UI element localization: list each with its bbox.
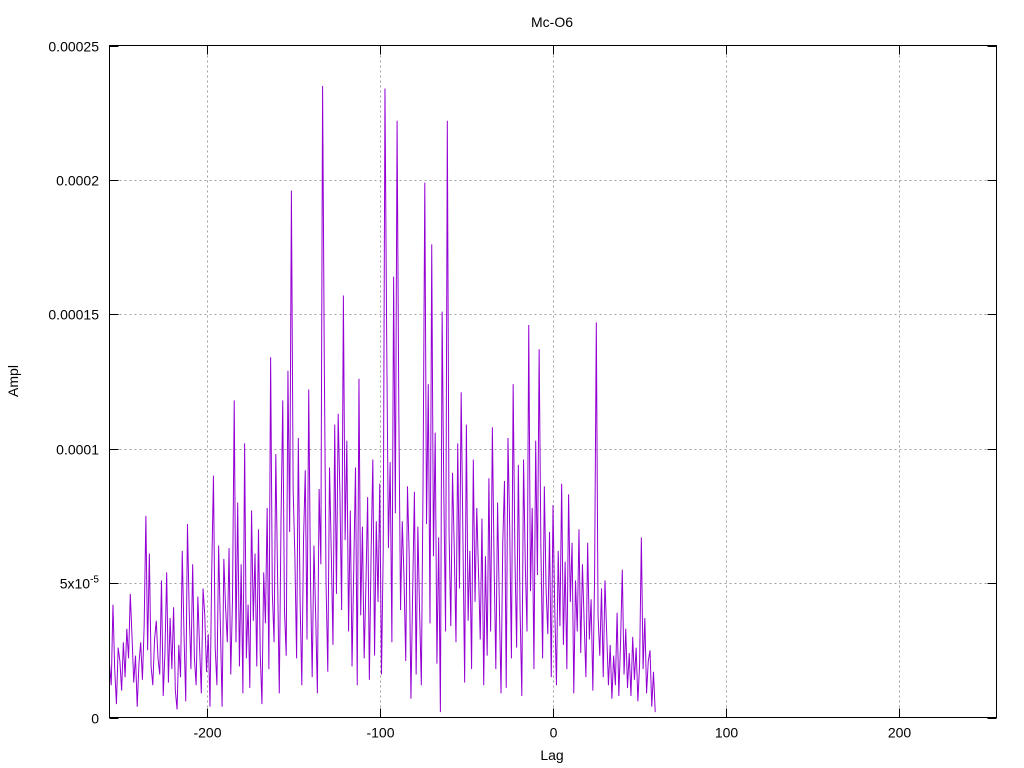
- x-axis-label: Lag: [540, 747, 563, 763]
- y-tick-label-text: 0.0002: [56, 173, 99, 189]
- x-tick-label: 100: [715, 725, 739, 741]
- y-tick-label: 0.00025: [48, 39, 99, 55]
- y-tick-label-text: 0.0001: [56, 442, 99, 458]
- y-tick-label-text: 0.00015: [48, 307, 99, 323]
- y-tick-label-text: 5x10: [60, 576, 91, 592]
- chart-title: Mc-O6: [531, 14, 573, 30]
- y-axis-label: Ampl: [5, 365, 21, 397]
- y-tick-label-exponent: -5: [90, 575, 99, 586]
- y-tick-label: 0.0002: [56, 173, 99, 189]
- y-tick-label: 0: [91, 711, 99, 727]
- chart: -200 -100 0 100 200 0 5x10-5 0.0001 0.00015 0.000…: [5, 14, 997, 763]
- y-tick-label: 0.0001: [56, 442, 99, 458]
- series-layer: [109, 85, 656, 713]
- x-tick-label: 0: [550, 725, 558, 741]
- series-line-0: [109, 85, 656, 713]
- y-tick-label: 0.00015: [48, 307, 99, 323]
- y-tick-label: 5x10-5: [60, 575, 100, 592]
- y-tick-label-text: 0.00025: [48, 39, 99, 55]
- x-tick-label: -100: [366, 725, 394, 741]
- grid-lines: [109, 45, 997, 718]
- x-tick-label: -200: [193, 725, 221, 741]
- y-tick-label-text: 0: [91, 711, 99, 727]
- x-tick-label: 200: [888, 725, 912, 741]
